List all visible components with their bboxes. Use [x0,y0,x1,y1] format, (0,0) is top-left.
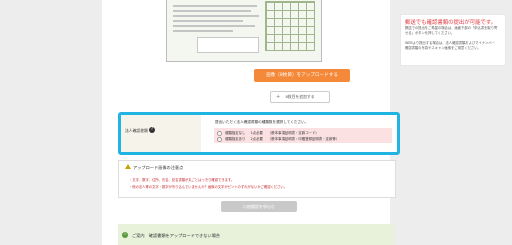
option-status: 種類指定あり [225,137,246,141]
notice-line: 郵送での提出をご希望の場合は、画面下部の「申込書を取り寄 [405,26,498,30]
option-status: 種類指定なし [225,131,246,135]
notes-item: ・文字、数字、住所、氏名、記名書類が丸ごとはっきり確認できます。 [129,178,235,182]
info-icon: i [122,232,128,238]
preview-text-line [173,30,233,32]
left-gutter [0,0,102,245]
preview-text-line [173,20,243,22]
help-icon[interactable]: ? [149,127,155,133]
upload-image-button[interactable]: 画像（8枚目）をアップロードする [254,69,350,82]
notes-title-text: アップロード画像の注意点 [133,165,184,170]
corporate-options: 種類指定なし 1点必要 （謄本事項証明書・定款コード） 種類指定あり 2点必要 … [214,128,392,143]
notice-line: WEBより提出する場合は、法人確認書類およびマイナンバー [405,41,495,45]
notice-line: 確認書類の写真やスキャン画像をご用意ください。 [405,46,481,50]
radio-button[interactable] [217,130,222,136]
preview-text-line [173,5,257,7]
option-count: 2点必要 [250,137,263,141]
preview-text-line [173,25,255,27]
option-docs: （謄本事項証明書・印鑑登録証明書・定款等） [267,137,340,141]
corporate-document-section: 法人確認書類 ? 提出いただく法人確認書類の種類数を選択してください。 種類指定… [118,112,400,155]
mail-submission-notice: 郵送でも確認書類の提出が可能です。 郵送での提出をご希望の場合は、画面下部の「申… [400,14,506,66]
preview-stamp-box [197,37,259,53]
radio-button[interactable] [217,136,222,142]
add-image-label: 8枚目を追加する [285,94,315,99]
warning-icon [125,164,131,169]
plus-icon: + [276,94,281,100]
apply-account-button[interactable]: 口座開設を申込む [221,201,297,212]
option-docs: （謄本事項証明書・定款コード） [267,131,319,135]
notice-line: せる」ボタンを押してください。 [405,31,455,35]
option-row-2[interactable]: 種類指定あり 2点必要 （謄本事項証明書・印鑑登録証明書・定款等） [217,136,343,142]
notice-title: 郵送でも確認書類の提出が可能です。 [405,20,497,26]
guide-section: i ご案内 確認書類をアップロードできない場合 [118,224,394,245]
preview-text-line [173,10,251,12]
option-count: 1点必要 [250,131,263,135]
notes-item: ・他の法人等の文字・数字が写り込んでいませんか？画像の文字がピントのずれがないか… [129,185,287,189]
preview-text-line [173,15,259,17]
corporate-instruction: 提出いただく法人確認書類の種類数を選択してください。 [215,120,309,124]
add-image-button[interactable]: + 8枚目を追加する [270,91,330,103]
corporate-document-label: 法人確認書類 [125,128,148,133]
notes-title: アップロード画像の注意点 [125,164,184,171]
upload-notes: アップロード画像の注意点 ・文字、数字、住所、氏名、記名書類が丸ごとはっきり確認… [118,160,396,198]
guide-title[interactable]: ご案内 確認書類をアップロードできない場合 [132,233,220,239]
uploaded-document-preview [166,0,322,62]
corporate-label-cell: 法人確認書類 ? [121,115,201,152]
preview-grid-table [265,1,315,51]
